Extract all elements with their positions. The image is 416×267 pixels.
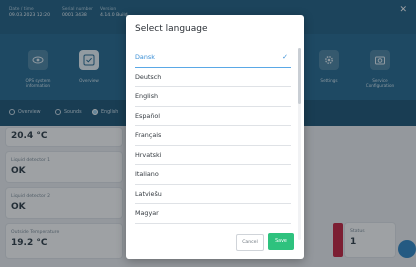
save-button[interactable]: Save [268,233,294,250]
cancel-button[interactable]: Cancel [236,234,264,251]
language-option[interactable]: Deutsch [135,68,291,87]
language-list: Dansk ✓ Deutsch English Español Français … [135,48,291,240]
language-option[interactable]: Español [135,107,291,126]
dialog-title: Select language [135,24,208,34]
check-icon: ✓ [282,53,288,61]
language-dialog: Select language Dansk ✓ Deutsch English E… [126,15,304,259]
language-option[interactable]: Magyar [135,204,291,224]
language-option[interactable]: Latviešu [135,185,291,204]
language-option[interactable]: Italiano [135,165,291,185]
language-option[interactable]: English [135,87,291,107]
language-option[interactable]: Dansk ✓ [135,48,291,68]
language-option[interactable]: Français [135,126,291,146]
list-scrollbar[interactable] [298,48,301,240]
scroll-thumb[interactable] [298,48,301,104]
language-option[interactable]: Hrvatski [135,146,291,165]
